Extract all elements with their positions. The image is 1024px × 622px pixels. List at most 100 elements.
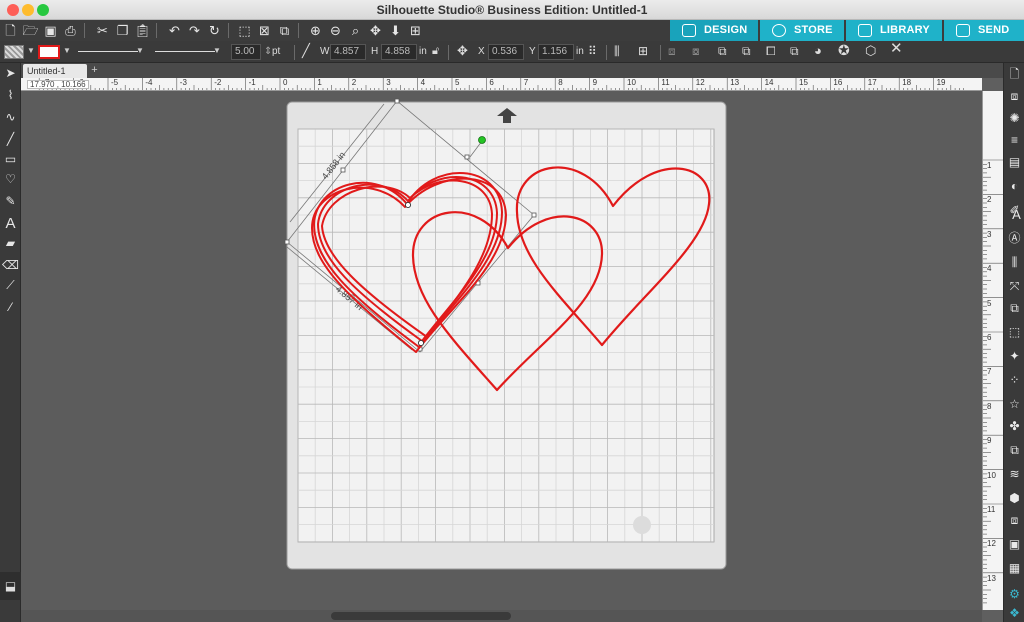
chevron-down-icon[interactable]: ▼	[27, 46, 35, 55]
open-folder-icon[interactable]: 🗁	[22, 22, 39, 39]
lock-aspect-icon[interactable]: 🔓︎	[432, 44, 439, 58]
bezier-icon[interactable]: ∿	[2, 109, 19, 126]
page-setup-icon[interactable]: 🗋	[1007, 67, 1022, 82]
ruler-label: 13	[987, 573, 996, 583]
point-edit-icon[interactable]: ⌇	[2, 87, 19, 104]
nesting-icon[interactable]: ⬢	[1007, 491, 1022, 506]
line-width-input[interactable]: 5.00	[231, 44, 261, 60]
heart-shape-icon[interactable]: ♡	[2, 171, 19, 188]
send-panel-icon[interactable]: ⧈	[1007, 89, 1022, 104]
reference-point-icon[interactable]: ⠿	[588, 44, 597, 58]
layers-icon[interactable]: ⧉	[1007, 443, 1022, 458]
chevron-down-icon[interactable]: ▼	[136, 46, 144, 55]
star-badge-icon[interactable]: ✪	[838, 43, 850, 57]
weld-icon[interactable]: ⧠	[766, 44, 776, 58]
line-style-select[interactable]	[78, 51, 138, 52]
chevron-down-icon[interactable]: ▼	[63, 46, 71, 55]
text-tool-icon[interactable]: A	[2, 215, 19, 232]
undo-icon[interactable]: ↶	[166, 22, 183, 39]
tab-send[interactable]: SEND	[944, 20, 1024, 41]
document-tab-untitled[interactable]: Untitled-1	[23, 64, 87, 78]
zoom-selected-icon[interactable]: ⌕	[347, 22, 364, 39]
print-cut-icon[interactable]: ▣	[1007, 537, 1022, 552]
tab-library[interactable]: LIBRARY	[846, 20, 942, 41]
gradient-icon[interactable]: ◐	[1007, 179, 1022, 194]
offset-panel-icon[interactable]: ✦	[1007, 349, 1022, 364]
center-page-icon[interactable]: ⊞	[638, 44, 648, 58]
text-style-icon[interactable]: A	[1009, 207, 1024, 222]
eraser-icon[interactable]: ⌫	[2, 257, 19, 274]
x-position-input[interactable]: 0.536	[488, 44, 524, 60]
settings-gear-icon[interactable]: ⚙	[1007, 587, 1022, 602]
design-store-icon[interactable]: ❖	[1007, 606, 1022, 621]
modify-icon[interactable]: ⬚	[1007, 325, 1022, 340]
move-icon[interactable]: ✥	[457, 44, 468, 58]
horizontal-scroll-thumb[interactable]	[331, 612, 511, 620]
transform-icon[interactable]: ⤧	[1007, 279, 1022, 294]
text-path-icon[interactable]: Ⓐ	[1007, 231, 1022, 246]
line-color-swatch[interactable]	[38, 45, 60, 59]
puzzle-icon[interactable]: ✤	[1007, 419, 1022, 434]
design-workspace[interactable]	[21, 91, 982, 610]
height-label: H	[371, 46, 379, 57]
mirror-icon[interactable]: ⧉	[742, 44, 751, 58]
fit-to-window-icon[interactable]: ⊞	[407, 22, 424, 39]
replicate-icon[interactable]: ⧉	[1007, 301, 1022, 316]
tab-design[interactable]: DESIGN	[670, 20, 758, 41]
new-document-icon[interactable]: 🗋	[2, 22, 19, 39]
zoom-in-icon[interactable]: ⊕	[307, 22, 324, 39]
horizontal-scrollbar[interactable]	[21, 610, 982, 622]
pages-icon[interactable]: ⧈	[1007, 513, 1022, 528]
line-tool-icon[interactable]: ╱	[2, 131, 19, 148]
chevron-down-icon[interactable]: ▼	[213, 46, 221, 55]
copy-icon[interactable]: ❐	[114, 22, 131, 39]
library-save-icon[interactable]: ⬓	[0, 572, 21, 600]
select-all-icon[interactable]: ⬚	[236, 22, 253, 39]
height-input[interactable]: 4.858	[381, 44, 417, 60]
fill-panel-icon[interactable]: ▤	[1007, 155, 1022, 170]
group-icon[interactable]: ⧈	[668, 44, 676, 58]
deselect-icon[interactable]: ⊠	[256, 22, 273, 39]
width-input[interactable]: 4.857	[330, 44, 366, 60]
line-tool-icon[interactable]: ╱	[302, 44, 310, 58]
ruler-label: -2	[214, 78, 222, 87]
pencil-icon[interactable]: ✎	[2, 193, 19, 210]
offset-icon[interactable]: ⧉	[790, 44, 799, 58]
emboss-icon[interactable]: ≋	[1007, 467, 1022, 482]
trace-icon[interactable]: ⁘	[1007, 373, 1022, 388]
redo-icon[interactable]: ↷	[186, 22, 203, 39]
zoom-out-icon[interactable]: ⊖	[327, 22, 344, 39]
pan-icon[interactable]: ✥	[367, 22, 384, 39]
fill-pattern-swatch[interactable]	[4, 45, 24, 59]
close-icon[interactable]: ✕	[890, 41, 903, 56]
line-style-icon[interactable]: ≡	[1007, 133, 1022, 148]
map-icon[interactable]: ▦	[1007, 561, 1022, 576]
rectangle-icon[interactable]: ▭	[2, 151, 19, 168]
save-icon[interactable]: ▣	[42, 22, 59, 39]
fit-to-page-icon[interactable]: ⬇	[387, 22, 404, 39]
select-arrow-icon[interactable]: ➤	[2, 65, 19, 82]
print-icon[interactable]: ⎙	[62, 22, 79, 39]
silhouette-studio-window: Silhouette Studio® Business Edition: Unt…	[0, 0, 1024, 622]
align-icon[interactable]: ⫼	[614, 44, 620, 58]
shape-fill-icon[interactable]: ◕	[814, 44, 822, 58]
redraw-icon[interactable]: ↻	[206, 22, 223, 39]
duplicate-icon[interactable]: ⧉	[718, 44, 727, 58]
align-panel-icon[interactable]: ⫼	[1007, 255, 1022, 270]
3d-box-icon[interactable]: ⬡	[865, 44, 876, 58]
fill-bucket-icon[interactable]: ▰	[2, 235, 19, 252]
add-tab-button[interactable]: +	[89, 65, 100, 76]
ruler-label: -5	[111, 78, 119, 87]
star-shape-icon[interactable]: ☆	[1007, 397, 1022, 412]
delete-icon[interactable]: ⧉	[276, 22, 293, 39]
color-palette-icon[interactable]: ✺	[1007, 111, 1022, 126]
knife-icon[interactable]: ⟋	[2, 277, 19, 294]
line-end-select[interactable]	[155, 51, 215, 52]
cut-icon[interactable]: ✂	[94, 22, 111, 39]
line-width-unit: pt	[272, 46, 281, 57]
tab-store[interactable]: STORE	[760, 20, 844, 41]
eyedropper-icon[interactable]: ⁄	[2, 299, 19, 316]
ungroup-icon[interactable]: ⧇	[692, 44, 700, 58]
paste-icon[interactable]: 📋︎	[134, 22, 151, 39]
y-position-input[interactable]: 1.156	[538, 44, 574, 60]
